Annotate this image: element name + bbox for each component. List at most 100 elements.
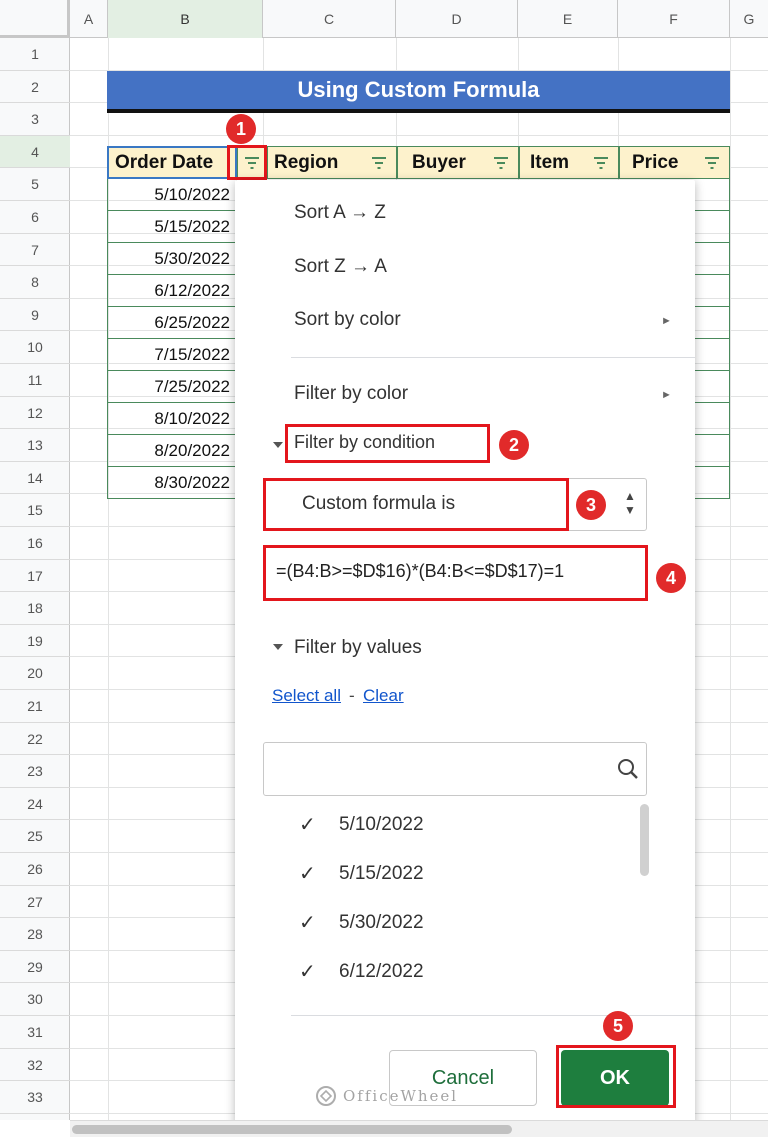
annotation-box-formula <box>263 545 648 601</box>
row-header[interactable]: 15 <box>0 494 70 527</box>
column-header-g[interactable]: G <box>730 0 768 38</box>
order-date-cell[interactable]: 6/25/2022 <box>107 307 237 339</box>
sheet-title[interactable]: Using Custom Formula <box>107 71 730 113</box>
row-header[interactable]: 8 <box>0 266 70 299</box>
row-header[interactable]: 19 <box>0 625 70 657</box>
select-all-link[interactable]: Select all <box>272 686 341 706</box>
order-date-cell[interactable]: 7/15/2022 <box>107 339 237 371</box>
select-all-corner[interactable] <box>0 0 70 38</box>
row-header[interactable]: 24 <box>0 788 70 820</box>
submenu-arrow-icon: ► <box>661 315 672 327</box>
check-icon: ✓ <box>299 912 316 934</box>
row-header[interactable]: 28 <box>0 918 70 951</box>
row-header[interactable]: 2 <box>0 71 70 103</box>
column-header-e[interactable]: E <box>518 0 618 38</box>
row-header[interactable]: 18 <box>0 592 70 625</box>
values-scrollbar[interactable] <box>640 804 649 876</box>
header-label: Buyer <box>412 151 466 173</box>
order-date-cell[interactable]: 7/25/2022 <box>107 371 237 403</box>
horizontal-scroll-thumb[interactable] <box>72 1125 512 1134</box>
horizontal-scrollbar[interactable] <box>70 1120 768 1137</box>
filter-by-color-item[interactable]: Filter by color <box>294 383 408 405</box>
value-checkbox-row[interactable]: ✓ 5/15/2022 <box>299 861 424 886</box>
grid-column-line <box>730 38 731 1120</box>
header-label: Price <box>632 151 679 173</box>
value-label: 5/15/2022 <box>339 862 424 884</box>
order-date-cell[interactable]: 8/10/2022 <box>107 403 237 435</box>
value-checkbox-row[interactable]: ✓ 6/12/2022 <box>299 959 424 984</box>
annotation-box-filter-condition <box>285 424 490 463</box>
column-header-c[interactable]: C <box>263 0 396 38</box>
item-filter-button[interactable] <box>588 151 614 175</box>
header-cell-price[interactable]: Price <box>619 146 730 179</box>
row-header[interactable]: 7 <box>0 234 70 266</box>
row-header[interactable]: 3 <box>0 103 70 136</box>
row-header[interactable]: 25 <box>0 820 70 853</box>
header-cell-region[interactable]: Region <box>267 146 397 179</box>
watermark-text: OfficeWheel <box>343 1087 459 1105</box>
row-header[interactable]: 21 <box>0 690 70 723</box>
row-header[interactable]: 17 <box>0 560 70 592</box>
row-header[interactable]: 29 <box>0 951 70 983</box>
row-header[interactable]: 1 <box>0 38 70 71</box>
value-checkbox-row[interactable]: ✓ 5/30/2022 <box>299 910 424 935</box>
annotation-box-filter-button <box>227 145 267 180</box>
menu-divider <box>291 357 695 358</box>
column-header-a[interactable]: A <box>70 0 108 38</box>
row-header[interactable]: 5 <box>0 168 70 201</box>
row-header[interactable]: 30 <box>0 983 70 1016</box>
filter-icon <box>372 156 386 169</box>
order-date-cell[interactable]: 6/12/2022 <box>107 275 237 307</box>
caret-down-icon[interactable] <box>273 442 283 448</box>
region-filter-button[interactable] <box>366 151 392 175</box>
order-date-cell[interactable]: 8/30/2022 <box>107 467 237 499</box>
order-date-cell[interactable]: 5/30/2022 <box>107 243 237 275</box>
check-icon: ✓ <box>299 814 316 836</box>
step-marker-3: 3 <box>576 490 606 520</box>
clear-link[interactable]: Clear <box>363 686 404 706</box>
order-date-cell[interactable]: 5/10/2022 <box>107 179 237 211</box>
step-marker-1: 1 <box>226 114 256 144</box>
row-header[interactable]: 26 <box>0 853 70 886</box>
filter-by-values-toggle[interactable]: Filter by values <box>294 637 422 659</box>
row-header[interactable]: 10 <box>0 331 70 364</box>
column-header-f[interactable]: F <box>618 0 730 38</box>
order-date-cell[interactable]: 8/20/2022 <box>107 435 237 467</box>
row-header[interactable]: 14 <box>0 462 70 494</box>
header-cell-order-date[interactable]: Order Date <box>107 146 237 179</box>
price-filter-button[interactable] <box>699 151 725 175</box>
value-label: 5/30/2022 <box>339 911 424 933</box>
row-header[interactable]: 9 <box>0 299 70 331</box>
row-header[interactable]: 33 <box>0 1081 70 1114</box>
row-header[interactable]: 32 <box>0 1049 70 1081</box>
search-icon <box>618 759 638 779</box>
order-date-cell[interactable]: 5/15/2022 <box>107 211 237 243</box>
column-header-d[interactable]: D <box>396 0 518 38</box>
sort-a-z-item[interactable]: Sort A → Z <box>294 202 386 224</box>
row-header[interactable]: 4 <box>0 136 70 168</box>
row-header[interactable]: 11 <box>0 364 70 397</box>
column-headers: A B C D E F G <box>0 0 768 38</box>
row-header[interactable]: 31 <box>0 1016 70 1049</box>
row-headers: 1 2 3 4 5 6 7 8 9 10 11 12 13 14 15 16 17 18 19 20 21 22 23 24 2… <box>0 38 70 1120</box>
header-cell-buyer[interactable]: Buyer <box>397 146 519 179</box>
value-label: 6/12/2022 <box>339 960 424 982</box>
header-label: Region <box>274 151 339 173</box>
row-header[interactable]: 23 <box>0 755 70 788</box>
sort-z-a-item[interactable]: Sort Z → A <box>294 256 387 278</box>
row-header[interactable]: 12 <box>0 397 70 429</box>
buyer-filter-button[interactable] <box>488 151 514 175</box>
caret-down-icon[interactable] <box>273 644 283 650</box>
value-checkbox-row[interactable]: ✓ 5/10/2022 <box>299 812 424 837</box>
row-header[interactable]: 22 <box>0 723 70 755</box>
row-header[interactable]: 20 <box>0 657 70 690</box>
row-header[interactable]: 6 <box>0 201 70 234</box>
annotation-box-condition-select <box>263 478 569 531</box>
header-cell-item[interactable]: Item <box>519 146 619 179</box>
row-header[interactable]: 16 <box>0 527 70 560</box>
sort-by-color-item[interactable]: Sort by color <box>294 309 401 331</box>
values-search-input[interactable] <box>263 742 647 796</box>
column-header-b[interactable]: B <box>108 0 263 38</box>
row-header[interactable]: 27 <box>0 886 70 918</box>
row-header[interactable]: 13 <box>0 429 70 462</box>
